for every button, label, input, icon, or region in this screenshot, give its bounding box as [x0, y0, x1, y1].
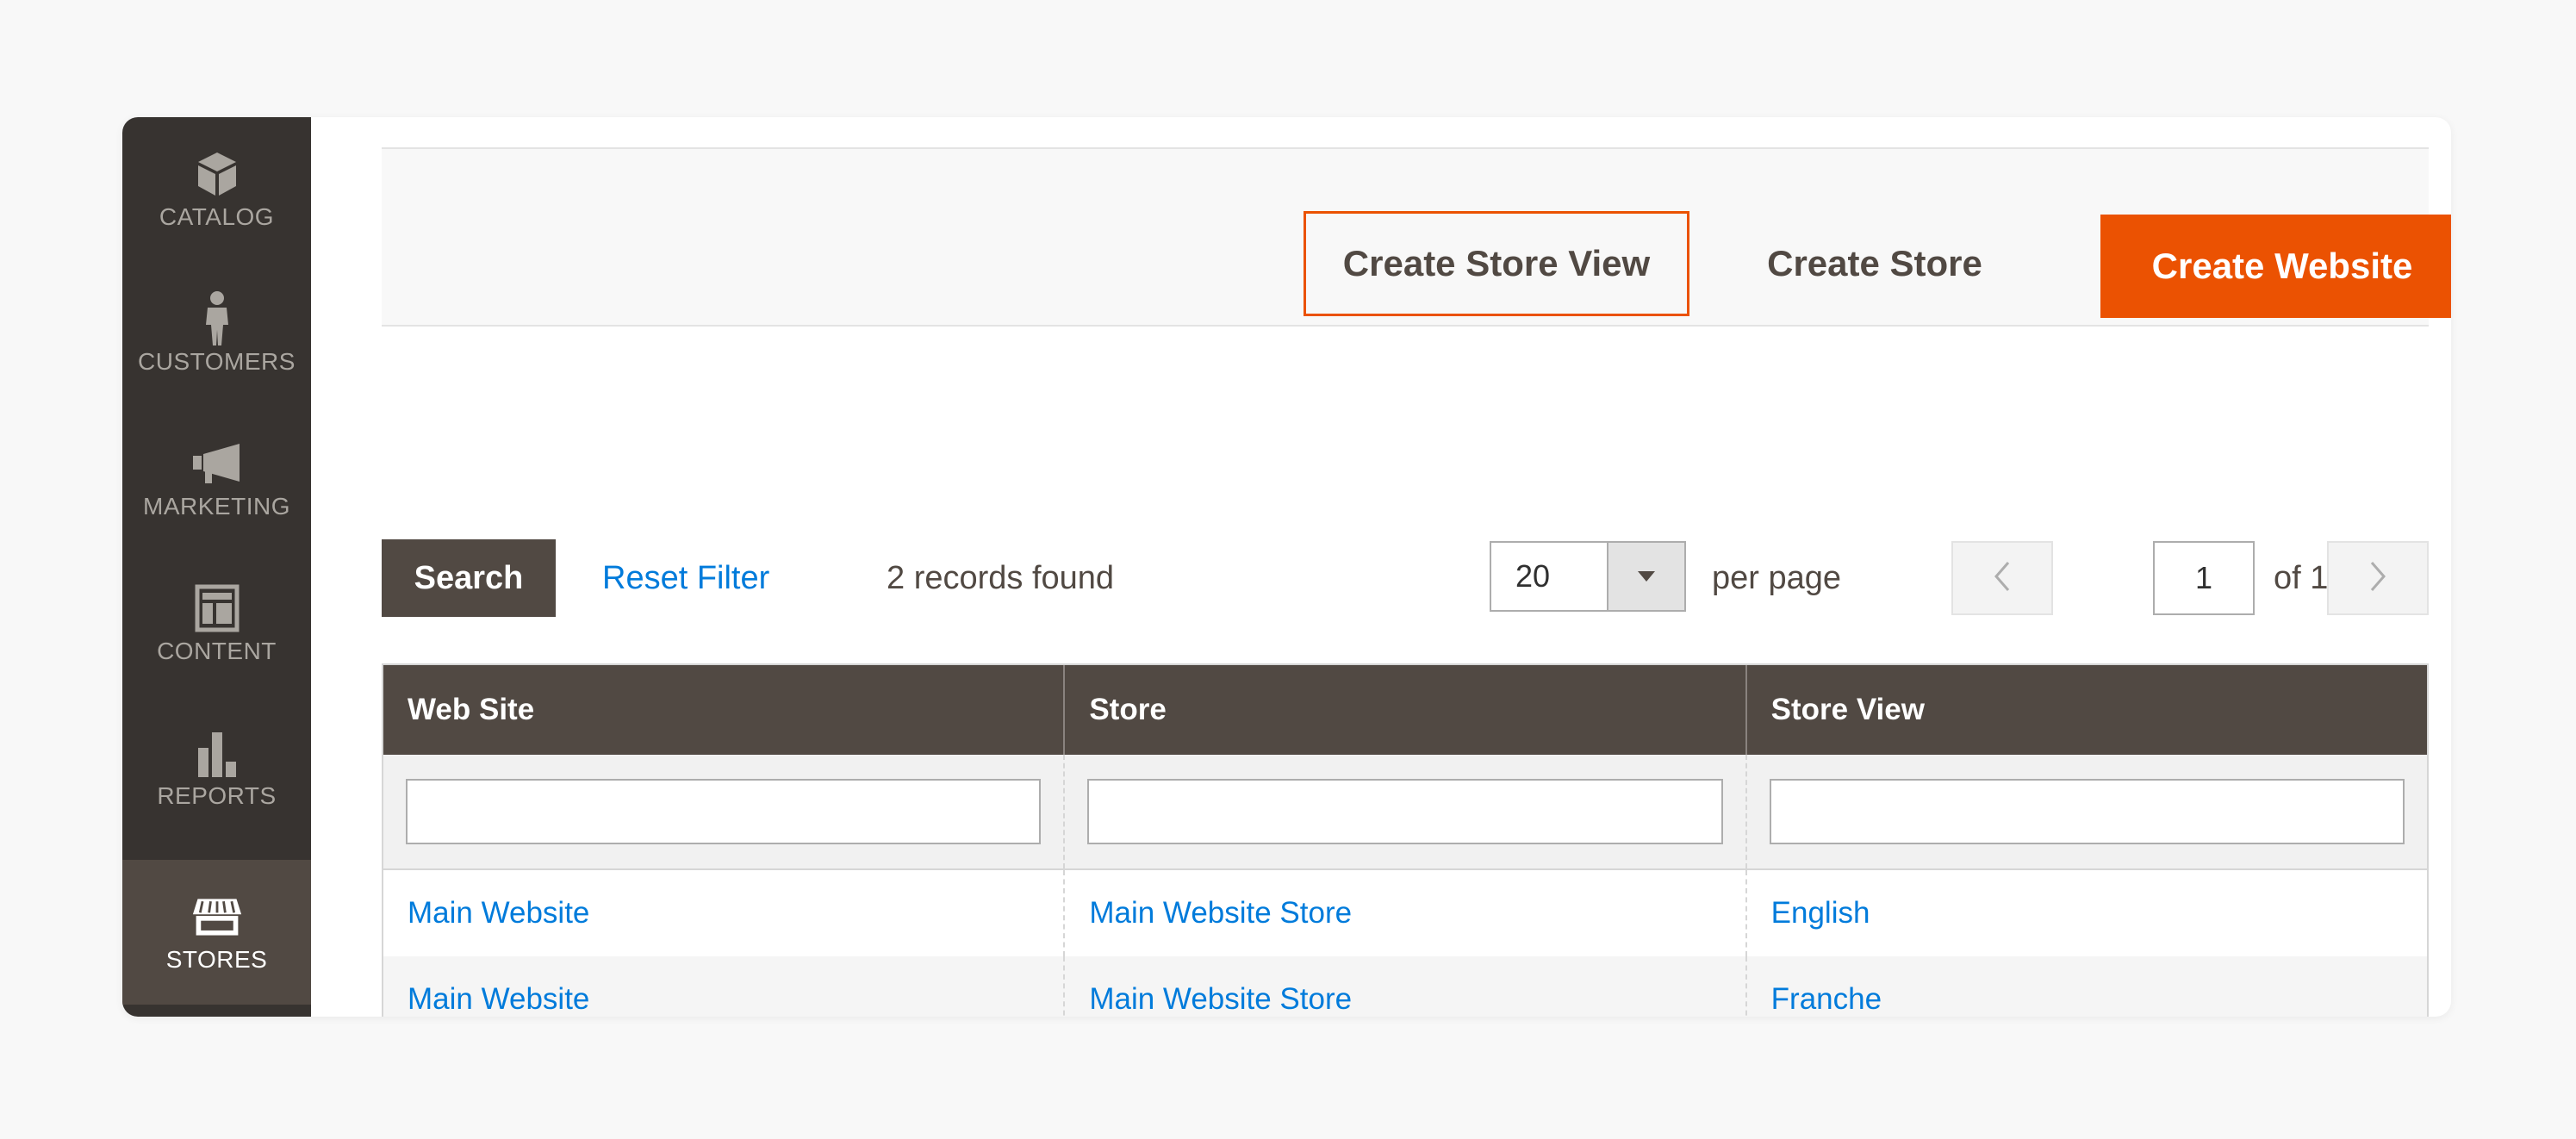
store-view-link[interactable]: English	[1745, 870, 2427, 956]
reset-filter-link[interactable]: Reset Filter	[602, 539, 769, 617]
column-header-store-view[interactable]: Store View	[1745, 665, 2427, 755]
grid-toolbar: Search Reset Filter 2 records found 20 p…	[382, 539, 2429, 617]
table-row: Main Website Main Website Store English	[383, 870, 2427, 956]
chevron-left-icon	[1994, 561, 2011, 596]
sidebar-item-label: CONTENT	[157, 638, 277, 664]
dropdown-arrow-icon[interactable]	[1607, 543, 1684, 610]
per-page-value: 20	[1515, 558, 1551, 594]
admin-sidebar: CATALOG CUSTOMERS MARKETING CONTENT REPO…	[122, 117, 311, 1017]
create-website-button[interactable]: Create Website	[2100, 215, 2451, 318]
layout-icon	[191, 582, 243, 634]
column-header-web-site[interactable]: Web Site	[383, 665, 1063, 755]
stores-grid: Web Site Store Store View Main Website M…	[382, 663, 2429, 1017]
megaphone-icon	[191, 438, 243, 489]
admin-panel: CATALOG CUSTOMERS MARKETING CONTENT REPO…	[122, 117, 2451, 1017]
sidebar-item-label: REPORTS	[157, 782, 277, 809]
person-icon	[191, 291, 243, 345]
store-link[interactable]: Main Website Store	[1063, 870, 1745, 956]
storefront-icon	[191, 891, 243, 943]
store-view-link[interactable]: Franche	[1745, 956, 2427, 1017]
per-page-select[interactable]: 20	[1490, 541, 1686, 612]
page-actions-bar: Create Store View Create Store Create We…	[382, 147, 2451, 327]
store-filter-input[interactable]	[1087, 779, 1723, 844]
sidebar-item-content[interactable]: CONTENT	[122, 551, 311, 696]
create-store-view-button[interactable]: Create Store View	[1304, 211, 1689, 316]
sidebar-item-catalog[interactable]: CATALOG	[122, 117, 311, 262]
web-site-link[interactable]: Main Website	[383, 870, 1063, 956]
create-store-button[interactable]: Create Store	[1733, 211, 2017, 316]
sidebar-item-label: STORES	[165, 946, 268, 973]
store-link[interactable]: Main Website Store	[1063, 956, 1745, 1017]
store-view-filter-input[interactable]	[1769, 779, 2405, 844]
grid-filter-row	[383, 755, 2427, 870]
chevron-right-icon	[2369, 561, 2386, 596]
column-header-store[interactable]: Store	[1063, 665, 1745, 755]
bar-chart-icon	[191, 727, 243, 779]
sidebar-item-customers[interactable]: CUSTOMERS	[122, 262, 311, 407]
web-site-link[interactable]: Main Website	[383, 956, 1063, 1017]
sidebar-item-marketing[interactable]: MARKETING	[122, 407, 311, 551]
table-row: Main Website Main Website Store Franche	[383, 956, 2427, 1017]
page-total-label: of 1	[2274, 560, 2329, 596]
sidebar-item-reports[interactable]: REPORTS	[122, 696, 311, 841]
per-page-label: per page	[1712, 560, 1842, 596]
sidebar-item-label: CUSTOMERS	[138, 348, 296, 375]
box-icon	[191, 148, 243, 200]
sidebar-item-label: MARKETING	[143, 493, 290, 520]
grid-header-row: Web Site Store Store View	[383, 665, 2427, 755]
previous-page-button[interactable]	[1951, 541, 2053, 615]
search-button[interactable]: Search	[382, 539, 556, 617]
next-page-button[interactable]	[2327, 541, 2429, 615]
sidebar-item-label: CATALOG	[159, 203, 275, 230]
main-content: Create Store View Create Store Create We…	[311, 117, 2451, 1017]
web-site-filter-input[interactable]	[406, 779, 1042, 844]
current-page-input[interactable]: 1	[2153, 541, 2255, 615]
sidebar-item-stores[interactable]: STORES	[122, 860, 311, 1005]
records-found-count: 2 records found	[887, 560, 1115, 596]
